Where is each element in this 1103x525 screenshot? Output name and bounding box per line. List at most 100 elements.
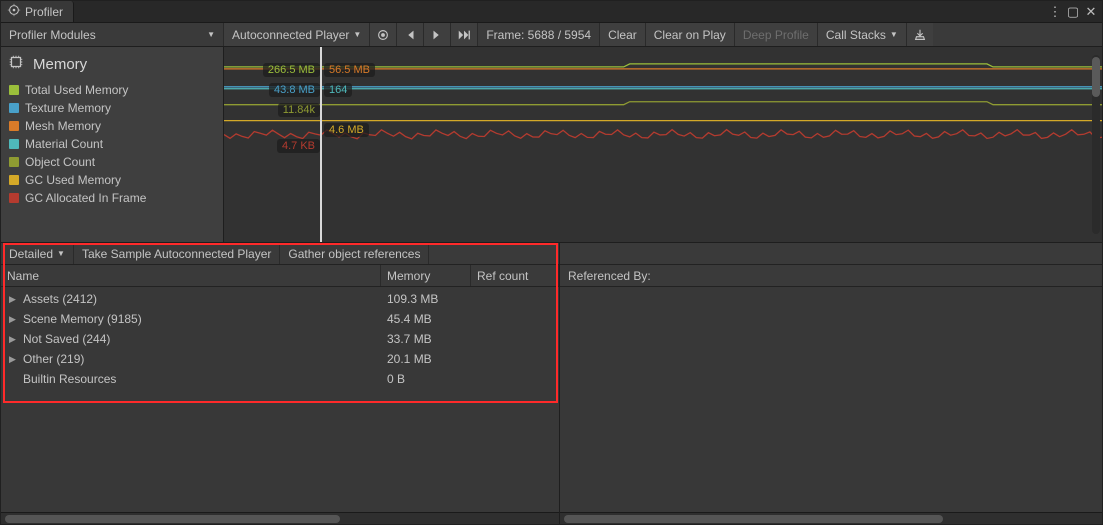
column-name[interactable]: Name — [1, 265, 381, 286]
legend-label: GC Used Memory — [25, 173, 121, 187]
tab-profiler[interactable]: Profiler — [1, 1, 74, 22]
tree-row[interactable]: ▶ Other (219) 20.1 MB — [1, 349, 559, 369]
referenced-by-pane: Referenced By: — [560, 243, 1102, 524]
clear-button[interactable]: Clear — [600, 23, 646, 46]
chart-y-label: 4.6 MB — [324, 123, 369, 137]
tree-row[interactable]: ▶ Not Saved (244) 33.7 MB — [1, 329, 559, 349]
legend-item[interactable]: Texture Memory — [7, 99, 217, 117]
legend-swatch — [9, 85, 19, 95]
legend: Total Used Memory Texture Memory Mesh Memo… — [1, 81, 223, 213]
deep-profile-button[interactable]: Deep Profile — [735, 23, 818, 46]
legend-swatch — [9, 157, 19, 167]
legend-item[interactable]: Material Count — [7, 135, 217, 153]
legend-item[interactable]: Total Used Memory — [7, 81, 217, 99]
legend-label: Texture Memory — [25, 101, 111, 115]
legend-item[interactable]: Object Count — [7, 153, 217, 171]
legend-item[interactable]: Mesh Memory — [7, 117, 217, 135]
legend-swatch — [9, 193, 19, 203]
legend-swatch — [9, 139, 19, 149]
gather-references-button[interactable]: Gather object references — [280, 243, 429, 264]
toolbar: Profiler Modules ▼ Autoconnected Player … — [1, 23, 1102, 47]
ref-toolbar-spacer — [560, 243, 1102, 265]
chart-y-label: 4.7 KB — [277, 139, 320, 153]
scrollbar-thumb[interactable] — [5, 515, 340, 523]
profiler-modules-label: Profiler Modules — [9, 28, 96, 42]
legend-label: Object Count — [25, 155, 95, 169]
column-refcount[interactable]: Ref count — [471, 265, 559, 286]
player-label: Autoconnected Player — [232, 28, 349, 42]
take-sample-button[interactable]: Take Sample Autoconnected Player — [74, 243, 280, 264]
frame-label: Frame: 5688 / 5954 — [478, 23, 600, 46]
module-header-memory[interactable]: Memory — [1, 47, 223, 81]
horizontal-scrollbar[interactable] — [1, 512, 559, 524]
row-name: Not Saved (244) — [23, 332, 110, 346]
chart-y-label: 164 — [324, 83, 352, 97]
chart-y-label: 43.8 MB — [269, 83, 320, 97]
horizontal-scrollbar[interactable] — [560, 512, 1102, 524]
next-frame-button[interactable] — [424, 23, 451, 46]
chevron-down-icon: ▼ — [353, 30, 361, 39]
referenced-by-content — [560, 287, 1102, 512]
row-name: Assets (2412) — [23, 292, 97, 306]
context-menu-icon[interactable]: ⋮ — [1048, 1, 1062, 23]
chart-y-label: 11.84k — [278, 103, 320, 117]
chevron-down-icon: ▼ — [890, 30, 898, 39]
detail-columns: Name Memory Ref count — [1, 265, 559, 287]
legend-swatch — [9, 103, 19, 113]
detail-tree[interactable]: ▶ Assets (2412) 109.3 MB ▶ Scene Memory (918… — [1, 287, 559, 512]
maximize-icon[interactable]: ▢ — [1066, 1, 1080, 23]
expand-arrow-icon[interactable]: ▶ — [9, 294, 19, 305]
module-title: Memory — [33, 56, 87, 73]
row-name: Other (219) — [23, 352, 84, 366]
row-name: Builtin Resources — [23, 372, 116, 386]
profiler-modules-dropdown[interactable]: Profiler Modules ▼ — [1, 23, 224, 46]
frame-cursor[interactable] — [320, 47, 322, 242]
record-button[interactable] — [370, 23, 397, 46]
legend-label: Mesh Memory — [25, 119, 101, 133]
column-memory[interactable]: Memory — [381, 265, 471, 286]
tab-bar: Profiler ⋮ ▢ ✕ — [1, 1, 1102, 23]
window-controls: ⋮ ▢ ✕ — [1048, 1, 1102, 22]
close-icon[interactable]: ✕ — [1084, 1, 1098, 23]
tree-row[interactable]: Builtin Resources 0 B — [1, 369, 559, 389]
chevron-down-icon: ▼ — [207, 30, 215, 39]
profiler-icon — [7, 3, 21, 20]
tree-row[interactable]: ▶ Scene Memory (9185) 45.4 MB — [1, 309, 559, 329]
tab-title: Profiler — [25, 5, 63, 19]
chart-y-label: 56.5 MB — [324, 63, 375, 77]
row-memory: 33.7 MB — [381, 332, 471, 346]
row-name: Scene Memory (9185) — [23, 312, 142, 326]
detail-pane: Detailed ▼ Take Sample Autoconnected Pla… — [1, 243, 560, 524]
save-load-button[interactable] — [907, 23, 933, 46]
clear-on-play-button[interactable]: Clear on Play — [646, 23, 735, 46]
legend-label: Total Used Memory — [25, 83, 128, 97]
row-memory: 45.4 MB — [381, 312, 471, 326]
tree-row[interactable]: ▶ Assets (2412) 109.3 MB — [1, 289, 559, 309]
legend-item[interactable]: GC Allocated In Frame — [7, 189, 217, 207]
current-frame-button[interactable] — [451, 23, 478, 46]
legend-swatch — [9, 121, 19, 131]
scrollbar-thumb[interactable] — [564, 515, 943, 523]
prev-frame-button[interactable] — [397, 23, 424, 46]
module-sidebar: Memory Total Used Memory Texture Memory Me… — [1, 47, 224, 242]
row-memory: 109.3 MB — [381, 292, 471, 306]
scrollbar-thumb[interactable] — [1092, 57, 1100, 97]
row-memory: 0 B — [381, 372, 471, 386]
vertical-scrollbar[interactable] — [1092, 55, 1100, 234]
expand-arrow-icon[interactable]: ▶ — [9, 314, 19, 325]
legend-swatch — [9, 175, 19, 185]
call-stacks-dropdown[interactable]: Call Stacks ▼ — [818, 23, 907, 46]
player-dropdown[interactable]: Autoconnected Player ▼ — [224, 23, 370, 46]
chevron-down-icon: ▼ — [57, 249, 65, 258]
expand-arrow-icon[interactable]: ▶ — [9, 334, 19, 345]
memory-chip-icon — [7, 53, 25, 75]
referenced-by-header: Referenced By: — [560, 265, 1102, 287]
expand-arrow-icon[interactable]: ▶ — [9, 354, 19, 365]
legend-item[interactable]: GC Used Memory — [7, 171, 217, 189]
detail-mode-dropdown[interactable]: Detailed ▼ — [1, 243, 74, 264]
memory-chart[interactable]: 266.5 MB 43.8 MB 11.84k 4.7 KB 56.5 MB 164 4.… — [224, 47, 1102, 242]
legend-label: GC Allocated In Frame — [25, 191, 146, 205]
chart-y-label: 266.5 MB — [263, 63, 320, 77]
detail-toolbar: Detailed ▼ Take Sample Autoconnected Pla… — [1, 243, 559, 265]
row-memory: 20.1 MB — [381, 352, 471, 366]
